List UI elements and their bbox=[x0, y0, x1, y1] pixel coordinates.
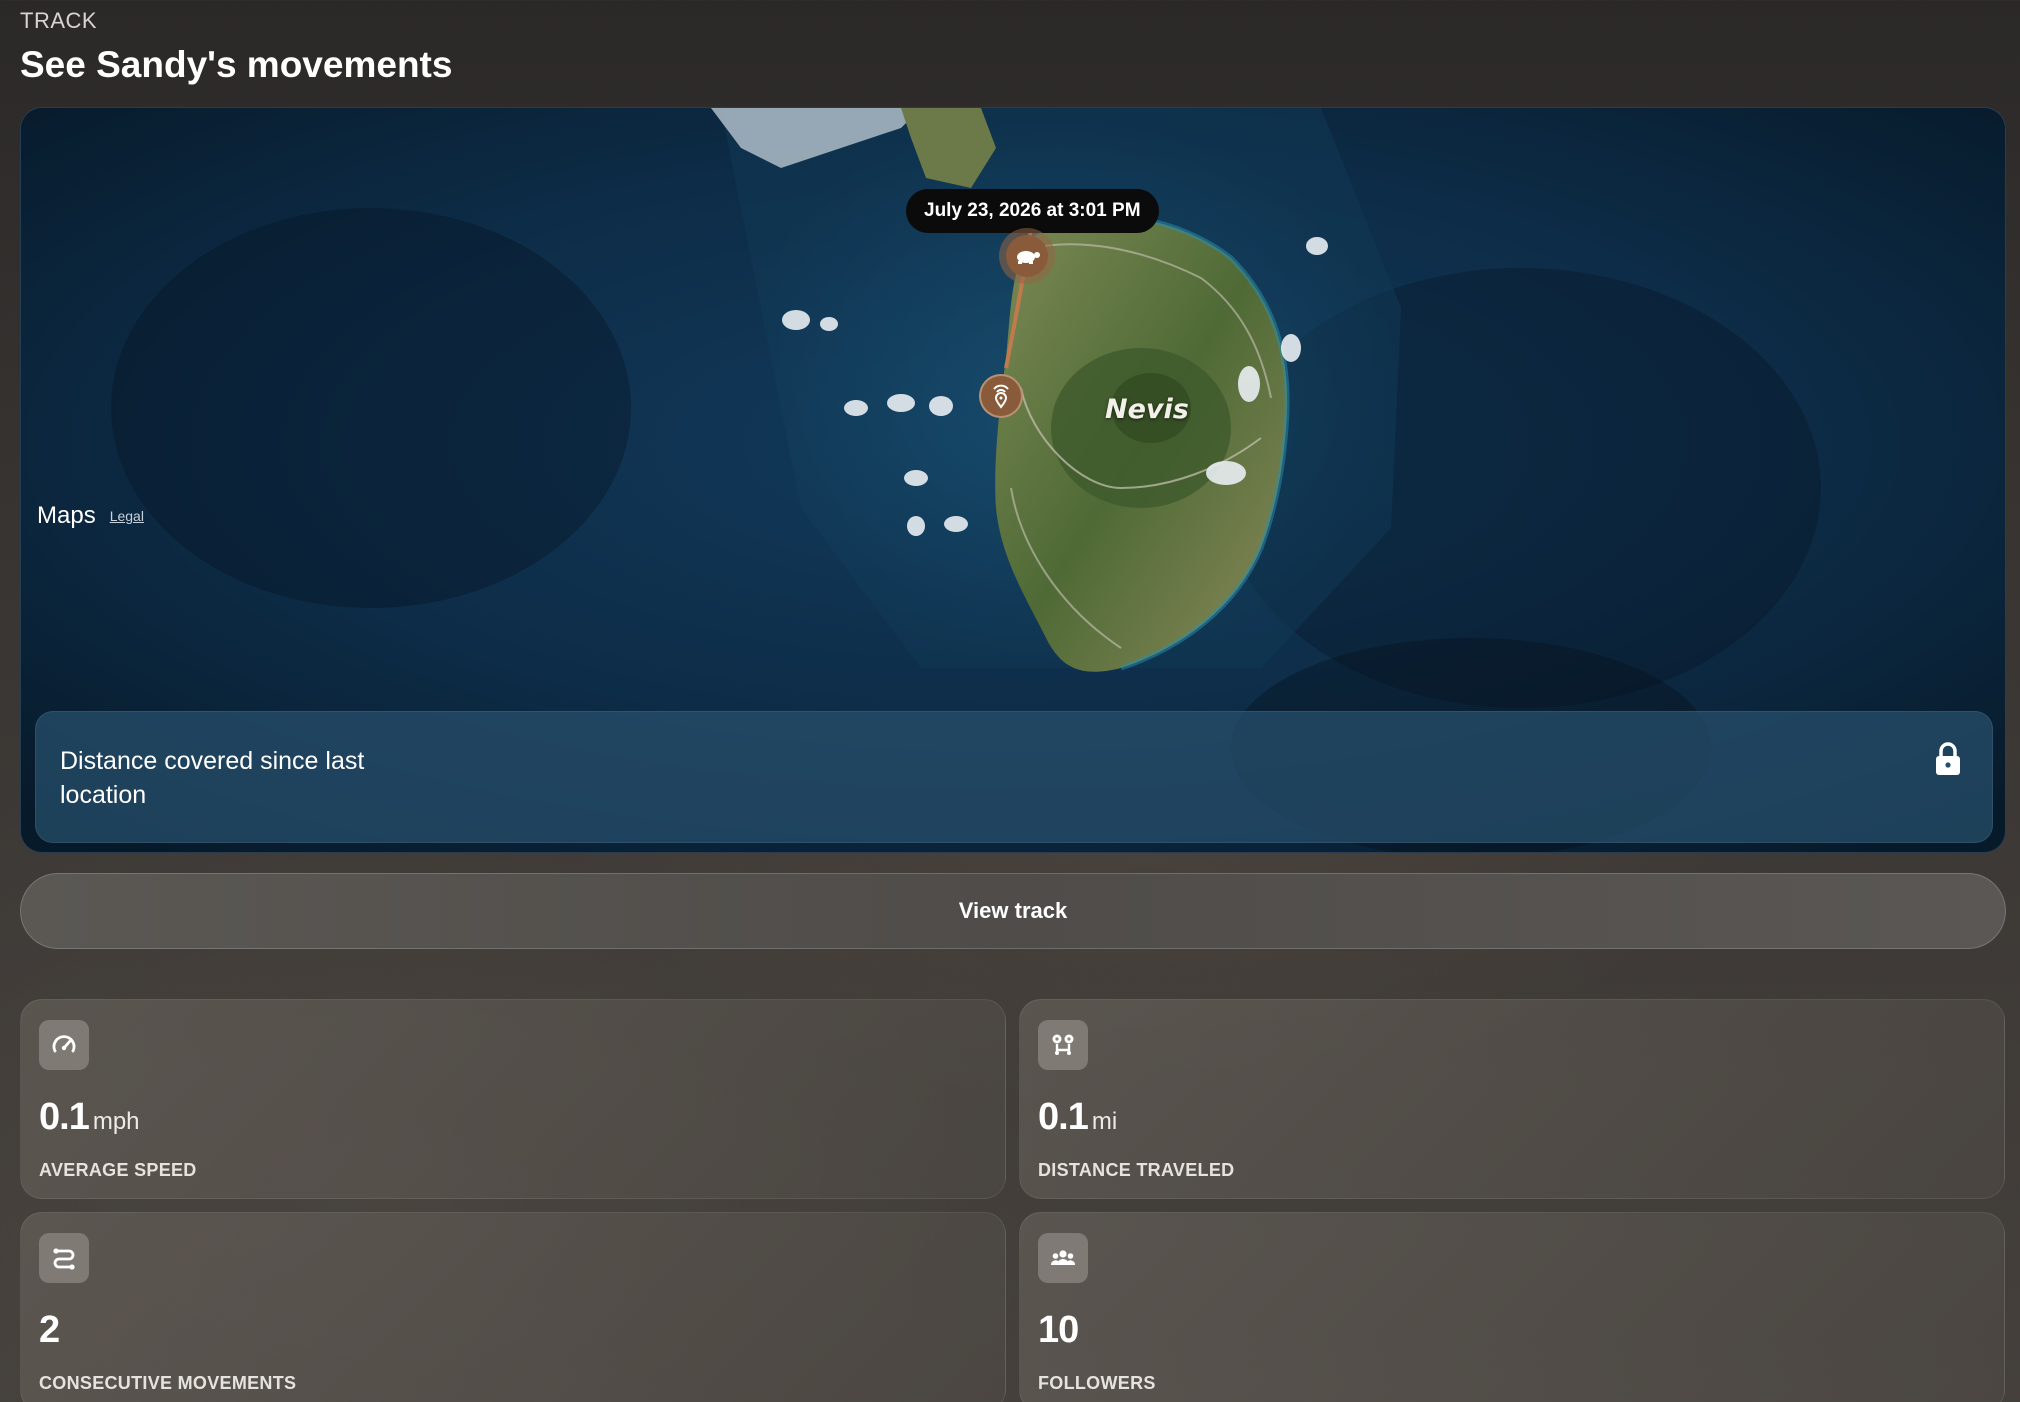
speedometer-icon bbox=[52, 1035, 76, 1053]
map-attribution: Maps Legal bbox=[37, 502, 144, 530]
followers-value: 10 bbox=[1038, 1309, 1079, 1351]
group-icon bbox=[1050, 1250, 1076, 1265]
lock-icon[interactable] bbox=[1934, 742, 1962, 776]
view-track-button[interactable]: View track bbox=[20, 873, 2006, 949]
consecutive-movements-label: CONSECUTIVE MOVEMENTS bbox=[39, 1373, 297, 1393]
consecutive-movements-value: 2 bbox=[39, 1309, 60, 1351]
followers-label: FOLLOWERS bbox=[1038, 1373, 1156, 1393]
stat-card-followers: 10 FOLLOWERS bbox=[1019, 1212, 2005, 1402]
average-speed-unit: mph bbox=[92, 1108, 140, 1135]
distance-traveled-label: DISTANCE TRAVELED bbox=[1038, 1160, 1235, 1180]
legal-link[interactable]: Legal bbox=[110, 508, 144, 524]
turtle-marker[interactable] bbox=[999, 228, 1055, 284]
distance-label: Distance covered since last location bbox=[60, 747, 365, 809]
average-speed-label: AVERAGE SPEED bbox=[39, 1160, 197, 1180]
turtle-icon bbox=[1017, 251, 1040, 264]
eyebrow-label: TRACK bbox=[20, 8, 98, 33]
stat-card-distance-traveled: 0.1 mi DISTANCE TRAVELED bbox=[1019, 999, 2005, 1199]
distance-pins-icon bbox=[1052, 1034, 1074, 1055]
stat-card-average-speed: 0.1 mph AVERAGE SPEED bbox=[20, 999, 1006, 1199]
timestamp-tooltip: July 23, 2026 at 3:01 PM bbox=[906, 189, 1159, 233]
page-title: See Sandy's movements bbox=[20, 44, 453, 85]
tag-location-marker[interactable] bbox=[979, 374, 1023, 418]
maps-brand: Maps bbox=[37, 502, 96, 529]
island-label: Nevis bbox=[1105, 394, 1189, 425]
distance-since-last-panel: Distance covered since last location bbox=[35, 711, 1993, 843]
distance-traveled-unit: mi bbox=[1091, 1108, 1118, 1135]
route-icon bbox=[53, 1248, 75, 1270]
location-tag-icon bbox=[993, 384, 1009, 409]
average-speed-value: 0.1 bbox=[39, 1096, 90, 1138]
distance-traveled-value: 0.1 bbox=[1038, 1096, 1089, 1138]
stat-card-consecutive-movements: 2 CONSECUTIVE MOVEMENTS bbox=[20, 1212, 1006, 1402]
map-view[interactable]: July 23, 2026 at 3:01 PM Nevis Maps Lega… bbox=[20, 107, 2006, 853]
